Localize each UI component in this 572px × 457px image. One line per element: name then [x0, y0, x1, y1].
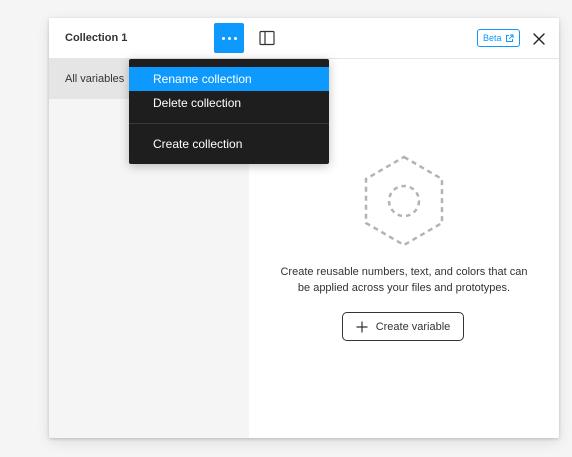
menu-item-rename-collection[interactable]: Rename collection [129, 67, 329, 91]
menu-item-label: Delete collection [153, 96, 242, 110]
menu-item-create-collection[interactable]: Create collection [129, 132, 329, 156]
external-link-icon [505, 34, 514, 42]
menu-divider [129, 123, 329, 124]
menu-item-label: Create collection [153, 137, 243, 151]
window-header: Collection 1 Beta [49, 18, 559, 59]
collection-options-menu: Rename collection Delete collection Crea… [129, 59, 329, 164]
close-icon [533, 33, 545, 45]
create-variable-label: Create variable [375, 320, 451, 333]
empty-state-description: Create reusable numbers, text, and color… [249, 264, 559, 296]
collection-title[interactable]: Collection 1 [65, 18, 127, 58]
toggle-sidebar-button[interactable] [257, 28, 277, 48]
plus-icon [356, 321, 368, 332]
beta-badge[interactable]: Beta [477, 29, 520, 47]
sidebar-item-label: All variables [65, 73, 125, 85]
more-horizontal-icon [221, 36, 237, 40]
sidebar-toggle-icon [259, 30, 275, 46]
menu-item-delete-collection[interactable]: Delete collection [129, 91, 329, 115]
hexagon-variable-icon [364, 155, 444, 247]
empty-state-line-1: Create reusable numbers, text, and color… [280, 266, 528, 278]
menu-item-label: Rename collection [153, 72, 252, 86]
close-button[interactable] [529, 29, 549, 49]
create-variable-button[interactable]: Create variable [342, 312, 464, 341]
empty-state-line-2: be applied across your files and prototy… [297, 282, 511, 294]
more-options-button[interactable] [214, 23, 244, 53]
beta-label: Beta [483, 33, 502, 43]
